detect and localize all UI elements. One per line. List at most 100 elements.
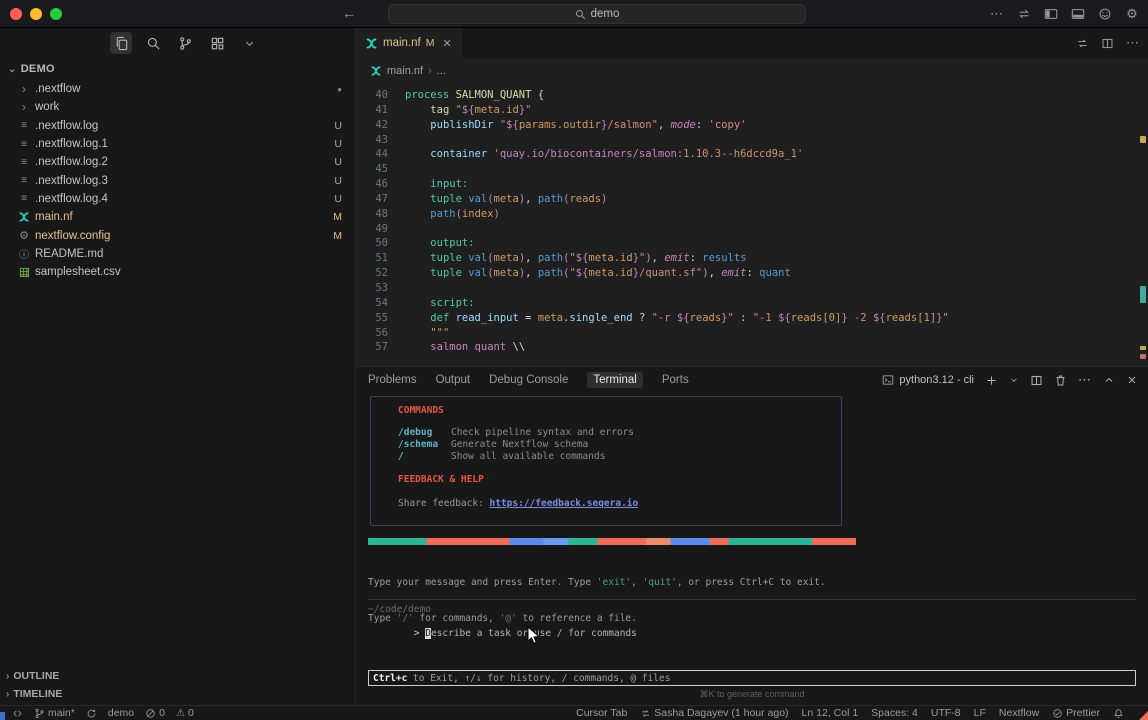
file-row-work[interactable]: ›work xyxy=(0,98,355,116)
command-description: Generate Nextflow schema xyxy=(451,439,588,451)
panel-tab-debug-console[interactable]: Debug Console xyxy=(489,374,568,386)
file-row-readme-md[interactable]: ⓘREADME.md xyxy=(0,245,355,263)
panel-tab-output[interactable]: Output xyxy=(436,374,471,386)
status-item-remote[interactable] xyxy=(12,708,23,719)
file-row--nextflow-log-1[interactable]: ≡.nextflow.log.1U xyxy=(0,135,355,153)
status-item-sync[interactable] xyxy=(86,708,97,719)
split-icon[interactable] xyxy=(1030,374,1043,387)
code-line-47: 47 tuple val(meta), path(reads) xyxy=(356,192,1148,207)
chevron-down-small-icon[interactable] xyxy=(1009,375,1019,385)
status-item-cursor-tab[interactable]: Cursor Tab xyxy=(576,707,627,719)
sync-icon xyxy=(86,708,97,719)
search-icon[interactable] xyxy=(142,32,164,54)
file-row-samplesheet-csv[interactable]: samplesheet.csv xyxy=(0,263,355,281)
zoom-window-button[interactable] xyxy=(50,8,62,20)
feedback-link[interactable]: https://feedback.seqera.io xyxy=(490,498,639,509)
file-row--nextflow-log-2[interactable]: ≡.nextflow.log.2U xyxy=(0,153,355,171)
more-icon[interactable]: ⋯ xyxy=(1078,372,1092,388)
layout-panel-icon[interactable] xyxy=(1070,6,1086,22)
terminal-instance[interactable]: python3.12 - cli xyxy=(882,374,974,386)
panel-tab-problems[interactable]: Problems xyxy=(368,374,417,386)
code-line-45: 45 xyxy=(356,162,1148,177)
file-row-main-nf[interactable]: main.nfM xyxy=(0,208,355,226)
blame-icon xyxy=(640,708,651,719)
status-item-bell[interactable] xyxy=(1113,708,1124,719)
git-status-badge: M xyxy=(333,230,342,242)
code-text: process SALMON_QUANT { xyxy=(405,88,544,103)
code-line-50: 50 output: xyxy=(356,236,1148,251)
titlebar-actions: ⋯⚙ xyxy=(989,0,1140,28)
status-item-ln-12-col-1[interactable]: Ln 12, Col 1 xyxy=(802,707,859,719)
code-text: publishDir "${params.outdir}/salmon", mo… xyxy=(405,118,746,133)
file-name: nextflow.config xyxy=(35,230,110,242)
bell-icon xyxy=(1113,708,1124,719)
command-center-search[interactable]: demo xyxy=(388,4,806,24)
status-item-0[interactable]: 0 xyxy=(145,707,165,719)
compare-icon[interactable] xyxy=(1076,37,1089,50)
status-item-prettier[interactable]: Prettier xyxy=(1052,707,1100,719)
status-item-0[interactable]: ⚠0 xyxy=(176,707,194,719)
log-file-icon: ≡ xyxy=(16,193,32,204)
layout-sidebar-icon[interactable] xyxy=(1043,6,1059,22)
status-bar: main* demo 0 ⚠0 Cursor Tab Sasha Dagayev (1 … xyxy=(0,705,1148,720)
split-icon[interactable] xyxy=(1101,37,1114,50)
code-line-56: 56 """ xyxy=(356,326,1148,341)
line-number: 48 xyxy=(356,207,388,222)
copilot-icon[interactable] xyxy=(1097,6,1113,22)
close-icon[interactable] xyxy=(1126,374,1138,386)
source-control-icon[interactable] xyxy=(174,32,196,54)
add-icon[interactable] xyxy=(985,374,998,387)
files-icon[interactable] xyxy=(110,32,132,54)
corner-marker xyxy=(0,712,5,720)
code-text: container 'quay.io/biocontainers/salmon:… xyxy=(405,147,803,162)
panel-tab-ports[interactable]: Ports xyxy=(662,374,689,386)
status-item-utf-8[interactable]: UTF-8 xyxy=(931,707,961,719)
close-tab-icon[interactable]: ✕ xyxy=(442,37,451,50)
git-status-badge: U xyxy=(334,120,342,132)
panel-icon-group: ⋯ xyxy=(985,372,1138,388)
line-number: 52 xyxy=(356,266,388,281)
tab-main-nf[interactable]: main.nf M ✕ xyxy=(356,28,462,58)
more-icon[interactable]: ⋯ xyxy=(1126,34,1140,52)
line-number: 42 xyxy=(356,118,388,133)
close-window-button[interactable] xyxy=(10,8,22,20)
breadcrumb[interactable]: main.nf › ... xyxy=(356,58,1148,84)
feedback-heading: FEEDBACK & HELP xyxy=(398,474,841,486)
explorer-section-header[interactable]: ⌄ DEMO xyxy=(0,58,355,80)
modified-dot-icon: ● xyxy=(337,85,342,94)
minimize-window-button[interactable] xyxy=(30,8,42,20)
file-row--nextflow[interactable]: ›.nextflow● xyxy=(0,80,355,98)
trash-icon[interactable] xyxy=(1054,374,1067,387)
status-item-nextflow[interactable]: Nextflow xyxy=(999,707,1039,719)
file-row--nextflow-log[interactable]: ≡.nextflow.logU xyxy=(0,117,355,135)
file-row--nextflow-log-4[interactable]: ≡.nextflow.log.4U xyxy=(0,190,355,208)
file-row--nextflow-log-3[interactable]: ≡.nextflow.log.3U xyxy=(0,171,355,189)
cli-input[interactable]: > Describe a task or use / for commands xyxy=(368,617,637,650)
log-file-icon: ≡ xyxy=(16,120,32,131)
status-item-sasha-dagayev-1-hour-ago[interactable]: Sasha Dagayev (1 hour ago) xyxy=(640,707,788,719)
sync-arrows-icon[interactable] xyxy=(1016,6,1032,22)
timeline-section[interactable]: › TIMELINE xyxy=(0,685,355,703)
more-icon[interactable]: ⋯ xyxy=(989,6,1005,22)
command-name: / xyxy=(398,451,451,463)
status-item-demo[interactable]: demo xyxy=(108,707,134,719)
extensions-icon[interactable] xyxy=(206,32,228,54)
panel-tab-terminal[interactable]: Terminal xyxy=(587,372,642,388)
prettier-icon xyxy=(1052,708,1063,719)
status-item-lf[interactable]: LF xyxy=(974,707,986,719)
search-icon xyxy=(575,9,586,20)
chevron-up-icon[interactable] xyxy=(1103,374,1115,386)
settings-gear-icon[interactable]: ⚙ xyxy=(1124,6,1140,22)
code-editor[interactable]: 40process SALMON_QUANT {41 tag "${meta.i… xyxy=(356,84,1148,366)
status-item-spaces-4[interactable]: Spaces: 4 xyxy=(871,707,918,719)
command-list: /debugCheck pipeline syntax and errors/s… xyxy=(398,427,841,463)
status-item-main[interactable]: main* xyxy=(34,707,75,719)
file-row-nextflow-config[interactable]: ⚙nextflow.configM xyxy=(0,226,355,244)
line-number: 56 xyxy=(356,326,388,341)
command-description: Check pipeline syntax and errors xyxy=(451,427,634,439)
chevron-down-icon[interactable] xyxy=(238,32,260,54)
back-icon[interactable]: ← xyxy=(342,5,356,21)
outline-section[interactable]: › OUTLINE xyxy=(0,667,355,685)
code-text: output: xyxy=(405,236,475,251)
line-number: 54 xyxy=(356,296,388,311)
